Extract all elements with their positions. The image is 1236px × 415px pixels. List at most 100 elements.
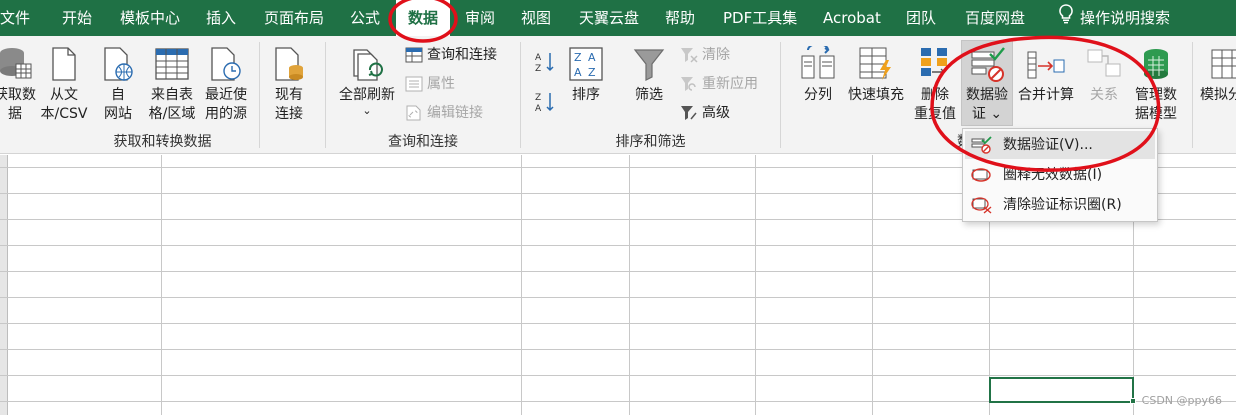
sort-button[interactable]: ZAAZ 排序 [565,46,607,105]
tab-formulas[interactable]: 公式 [350,0,380,36]
menu-item-clear-circles[interactable]: 清除验证标识圈(R) [965,191,1155,219]
group-label-queries: 查询和连接 [388,134,458,150]
refresh-all-button[interactable]: 全部刷新 ⌄ [334,46,400,117]
from-csv-label-1: 从文 [50,87,78,103]
tab-data[interactable]: 数据 [396,0,450,36]
tab-file[interactable]: 文件 [0,0,30,36]
group-label-get-transform: 获取和转换数据 [113,134,212,150]
tab-review[interactable]: 审阅 [465,0,495,36]
queries-connections-button[interactable]: 查询和连接 [405,44,497,66]
from-web-label-1: 自 [111,87,125,103]
clear-filter-icon [681,48,698,63]
svg-text:A: A [535,53,542,63]
svg-text:Z: Z [535,64,541,74]
consolidate-label: 合并计算 [1018,87,1074,103]
consolidate-button[interactable]: 合并计算 [1015,46,1077,105]
menu-item-label: 清除验证标识圈(R) [1003,197,1122,213]
from-text-csv-button[interactable]: 从文 本/CSV [36,46,92,124]
relationships-button[interactable]: 关系 [1081,46,1127,105]
text-to-columns-label: 分列 [804,87,832,103]
search-label: 操作说明搜索 [1080,9,1171,27]
svg-text:A: A [535,104,542,114]
consolidate-icon [1027,51,1065,79]
data-validation-small-icon [971,136,992,154]
existing-connections-button[interactable]: 现有 连接 [266,46,312,124]
manage-data-model-button[interactable]: 管理数 据模型 [1131,46,1181,124]
data-validation-label-1: 数据验 [966,87,1008,103]
existing-conn-label-1: 现有 [275,87,303,103]
svg-text:Z: Z [588,66,596,79]
gridline [521,155,522,415]
tab-view[interactable]: 视图 [521,0,551,36]
data-validation-label-2: 证 ⌄ [971,106,1003,122]
tab-baidu-netdisk[interactable]: 百度网盘 [965,0,1025,36]
row-header-strip[interactable] [0,155,8,415]
gridline [0,375,1236,376]
tab-tianyi-cloud[interactable]: 天翼云盘 [579,0,639,36]
clear-filter-button[interactable]: 清除 [680,44,730,66]
data-validation-icon [971,47,1005,82]
recent-sources-label-2: 用的源 [205,106,247,122]
sort-dialog-icon: Z AA Z [569,47,603,81]
remove-duplicates-label-2: 重复值 [914,106,956,122]
text-to-columns-button[interactable]: 分列 [797,46,839,105]
advanced-filter-icon [681,106,697,120]
recent-sources-button[interactable]: 最近使 用的源 [201,46,251,124]
manage-model-label-1: 管理数 [1135,87,1177,103]
sort-z-to-a-button[interactable]: ZA [535,90,557,114]
tab-help[interactable]: 帮助 [665,0,695,36]
properties-label: 属性 [427,76,455,92]
refresh-icon [353,49,383,81]
edit-links-button[interactable]: 编辑链接 [405,102,483,124]
remove-duplicates-button[interactable]: 删除 重复值 [910,46,960,124]
queries-connections-label: 查询和连接 [427,47,497,63]
tab-page-layout[interactable]: 页面布局 [264,0,324,36]
reapply-button[interactable]: 重新应用 [680,73,758,95]
existing-conn-label-2: 连接 [275,106,303,122]
web-page-icon [104,47,133,81]
menu-item-data-validation[interactable]: 数据验证(V)... [965,131,1155,159]
refresh-all-label: 全部刷新 [339,87,395,103]
tab-insert[interactable]: 插入 [206,0,236,36]
sort-a-to-z-button[interactable]: AZ [535,50,557,74]
what-if-label-1: 模拟分 [1200,87,1236,103]
flash-fill-icon [859,47,891,80]
gridline [0,245,1236,246]
tab-template-center[interactable]: 模板中心 [120,0,180,36]
gridline [872,155,873,415]
sort-label: 排序 [572,87,600,103]
group-separator [780,42,781,148]
filter-button[interactable]: 筛选 [626,46,672,105]
flash-fill-button[interactable]: 快速填充 [844,46,908,105]
from-table-range-button[interactable]: 来自表 格/区域 [146,46,198,124]
gridline [629,155,630,415]
tab-team[interactable]: 团队 [906,0,936,36]
data-validation-button[interactable]: 数据验 证 ⌄ [961,46,1013,124]
menu-item-circle-invalid[interactable]: 圈释无效数据(I) [965,161,1155,189]
lightbulb-icon [1058,1,1074,37]
from-web-button[interactable]: 自 网站 [96,46,140,124]
recent-sources-label-1: 最近使 [205,87,247,103]
what-if-analysis-button[interactable]: 模拟分 [1200,46,1236,105]
relationships-label: 关系 [1090,87,1118,103]
advanced-filter-button[interactable]: 高级 [680,102,730,124]
tab-acrobat[interactable]: Acrobat [823,0,881,36]
gridline [755,155,756,415]
svg-text:A: A [574,66,582,79]
reapply-icon [681,77,696,91]
remove-duplicates-icon [921,48,947,76]
what-if-icon [1211,49,1236,79]
from-table-label-2: 格/区域 [148,106,196,122]
active-cell[interactable] [989,377,1134,403]
fill-handle[interactable] [1130,398,1136,404]
advanced-label: 高级 [702,105,730,121]
tab-home[interactable]: 开始 [62,0,92,36]
gridline [161,155,162,415]
tell-me-search[interactable]: 操作说明搜索 [1058,0,1170,36]
gridline [0,297,1236,298]
tab-pdf-tools[interactable]: PDF工具集 [723,0,797,36]
clear-circles-icon [971,197,992,214]
properties-button[interactable]: 属性 [405,73,455,95]
from-web-label-2: 网站 [104,106,132,122]
group-separator [1192,42,1193,148]
